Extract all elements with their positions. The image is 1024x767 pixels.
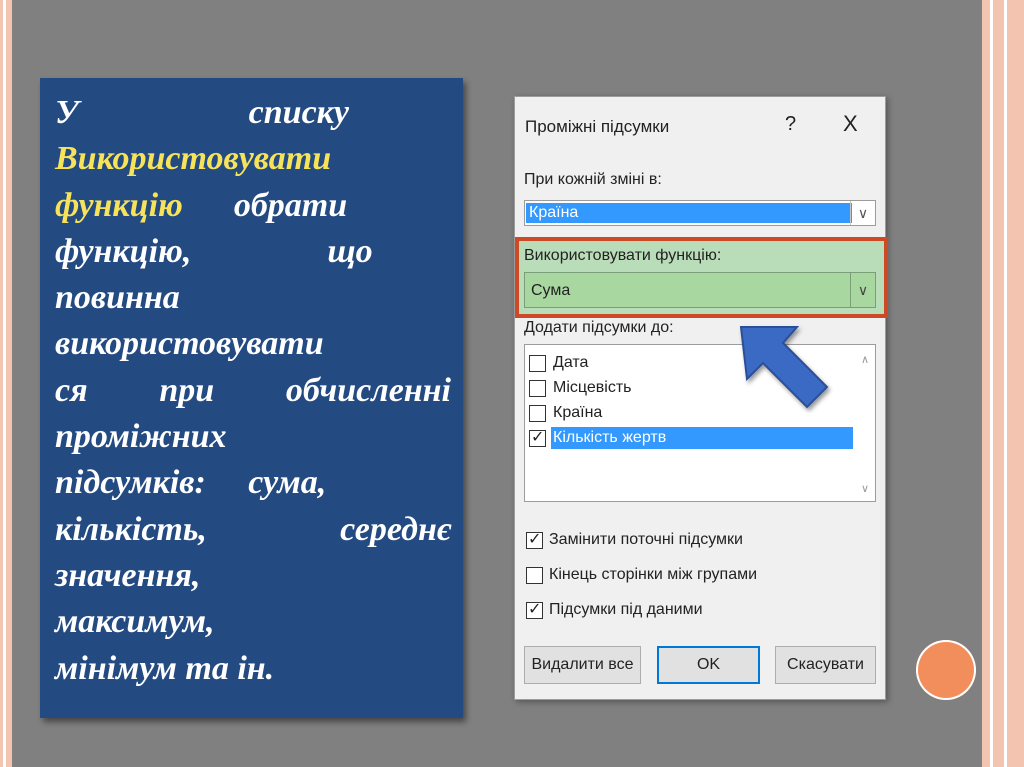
remove-all-button[interactable]: Видалити все — [524, 646, 641, 684]
function-highlight-box: Використовувати функцію: Сума ∨ — [515, 237, 888, 318]
use-function-label: Використовувати функцію: — [524, 247, 722, 264]
chevron-down-icon[interactable]: ∨ — [850, 273, 875, 307]
use-function-value: Сума — [531, 282, 571, 299]
option-label: Замінити поточні підсумки — [549, 531, 743, 548]
use-function-select[interactable]: Сума ∨ — [524, 272, 876, 308]
slide-line: проміжних — [55, 414, 451, 460]
list-item-label: Місцевість — [553, 379, 632, 396]
help-button[interactable]: ? — [785, 113, 796, 136]
change-in-label: При кожній зміні в: — [524, 171, 662, 188]
slide-line: У списку — [55, 90, 451, 136]
slide-line: підсумків: сума, — [55, 460, 451, 506]
dialog-title: Проміжні підсумки — [525, 117, 670, 136]
slide-line: кількість, середнє — [55, 507, 451, 553]
slide-text: значення, — [55, 556, 201, 594]
option-checkbox-row[interactable]: Підсумки під даними — [526, 599, 703, 619]
checkbox[interactable] — [529, 427, 546, 447]
option-label: Підсумки під даними — [549, 601, 703, 618]
change-in-value: Країна — [526, 203, 852, 223]
slide-frame-left — [0, 0, 12, 767]
checkbox[interactable] — [526, 529, 543, 549]
slide-line: використовувати — [55, 321, 451, 367]
list-item[interactable]: Кількість жертв — [527, 426, 853, 450]
highlighted-term: Використовувати — [55, 140, 332, 178]
add-subtotals-label: Додати підсумки до: — [524, 319, 674, 336]
highlighted-term: функцію — [55, 186, 183, 224]
ok-button[interactable]: OK — [657, 646, 760, 684]
slide-text-box: У списку Використовувати функцію обрати фун… — [40, 78, 463, 718]
slide-line: ся при обчисленні — [55, 368, 451, 414]
option-checkbox-row[interactable]: Замінити поточні підсумки — [526, 529, 743, 549]
close-button[interactable]: X — [843, 111, 858, 137]
slide-text: мінімум та ін. — [55, 649, 275, 687]
chevron-down-icon[interactable]: ∨ — [850, 201, 875, 225]
checkbox[interactable] — [529, 354, 546, 372]
slide-text: проміжних — [55, 418, 227, 456]
checkbox[interactable] — [529, 379, 546, 397]
cancel-button[interactable]: Скасувати — [775, 646, 876, 684]
list-item-label: Дата — [553, 354, 589, 371]
slide-line: максимум, — [55, 599, 451, 645]
slide-paragraph: У списку Використовувати функцію обрати фун… — [55, 90, 451, 692]
slide-frame-right — [982, 0, 1024, 767]
slide-line: повинна — [55, 275, 451, 321]
slide-line: Використовувати — [55, 136, 451, 182]
option-label: Кінець сторінки між групами — [549, 566, 758, 583]
option-checkbox-row[interactable]: Кінець сторінки між групами — [526, 566, 757, 584]
decorative-circle — [916, 640, 976, 700]
scroll-up-icon[interactable]: ∧ — [861, 353, 869, 366]
slide-text: кількість, середнє — [55, 510, 451, 548]
slide-text: функцію, що — [55, 232, 373, 270]
checkbox[interactable] — [526, 599, 543, 619]
checkbox[interactable] — [529, 404, 546, 422]
slide-text: У списку — [55, 94, 349, 131]
list-item-label: Кількість жертв — [551, 427, 853, 449]
slide-line: мінімум та ін. — [55, 646, 451, 692]
slide-line: функцію обрати — [55, 183, 451, 229]
change-in-select[interactable]: Країна ∨ — [524, 200, 876, 226]
slide-text: обрати — [182, 186, 348, 224]
slide-text: повинна — [55, 279, 180, 317]
slide-line: значення, — [55, 553, 451, 599]
slide-line: функцію, що — [55, 229, 451, 275]
list-item-label: Країна — [553, 404, 603, 421]
slide-text: ся при обчисленні — [55, 371, 451, 409]
slide-text: використовувати — [55, 325, 324, 363]
checkbox[interactable] — [526, 566, 543, 584]
slide-text: максимум, — [55, 603, 215, 641]
scroll-down-icon[interactable]: ∨ — [861, 482, 869, 495]
arrow-icon — [739, 326, 829, 409]
slide-text: підсумків: сума, — [55, 464, 327, 502]
